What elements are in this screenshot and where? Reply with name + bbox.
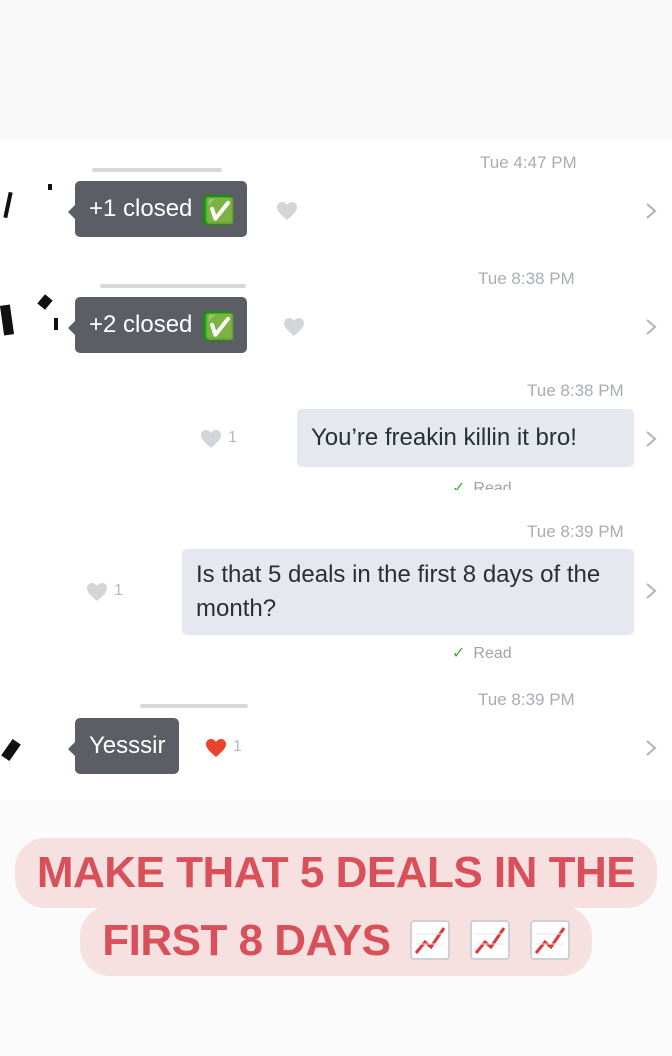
message-text: Yesssir: [89, 732, 166, 759]
liked-heart-icon[interactable]: [205, 738, 227, 758]
chart-increasing-icon: [469, 920, 510, 960]
check-mark-emoji: ✅: [203, 195, 235, 225]
like-heart-icon[interactable]: [200, 429, 222, 449]
chevron-right-icon[interactable]: [644, 430, 658, 448]
read-receipt: ✓ Read: [452, 643, 632, 661]
read-check-icon: ✓: [452, 480, 466, 490]
read-label: Read: [473, 645, 512, 661]
like-count: 1: [114, 582, 123, 599]
avatar-fragment: [54, 318, 58, 330]
read-label: Read: [473, 480, 512, 490]
check-mark-emoji: ✅: [203, 311, 235, 341]
message-bubble-incoming[interactable]: +2 closed ✅: [67, 297, 248, 353]
chevron-right-icon[interactable]: [644, 202, 658, 220]
chart-increasing-icon: [410, 920, 451, 960]
read-check-icon: ✓: [452, 645, 466, 661]
chevron-right-icon[interactable]: [644, 582, 658, 600]
message-text: Is that 5 deals in the first 8 days of t…: [196, 561, 601, 622]
message-timestamp: Tue 8:39 PM: [527, 522, 624, 541]
message-text: +1 closed: [89, 195, 193, 222]
chevron-right-icon[interactable]: [644, 739, 658, 757]
redacted-sender-name: [92, 168, 222, 172]
message-bubble-incoming[interactable]: Yesssir: [67, 718, 180, 774]
like-count: 1: [233, 738, 242, 755]
caption-banner: MAKE THAT 5 DEALS IN THE FIRST 8 DAYS: [0, 838, 672, 976]
like-count: 1: [228, 429, 237, 446]
message-bubble-incoming[interactable]: +1 closed ✅: [67, 181, 248, 237]
message-text: You’re freakin killin it bro!: [311, 424, 577, 451]
redacted-sender-name: [140, 704, 248, 708]
redacted-sender-name: [100, 284, 246, 288]
message-timestamp: Tue 8:38 PM: [527, 381, 624, 400]
message-bubble-outgoing[interactable]: Is that 5 deals in the first 8 days of t…: [182, 549, 634, 635]
caption-text: MAKE THAT 5 DEALS IN THE: [36, 848, 636, 897]
like-heart-icon[interactable]: [283, 317, 305, 337]
read-receipt: ✓ Read: [452, 478, 632, 490]
caption-text: FIRST 8 DAYS: [102, 916, 391, 965]
chevron-right-icon[interactable]: [644, 318, 658, 336]
message-timestamp: Tue 8:39 PM: [478, 690, 575, 709]
message-bubble-outgoing[interactable]: You’re freakin killin it bro!: [297, 409, 634, 467]
caption-line-1: MAKE THAT 5 DEALS IN THE: [14, 838, 658, 908]
message-text: +2 closed: [89, 311, 193, 338]
message-timestamp: Tue 8:38 PM: [478, 269, 575, 288]
like-heart-icon[interactable]: [276, 201, 298, 221]
avatar-fragment: [48, 184, 52, 190]
chart-increasing-icon: [529, 920, 570, 960]
top-blank-area: [0, 0, 672, 140]
message-timestamp: Tue 4:47 PM: [480, 153, 577, 172]
like-heart-icon[interactable]: [86, 582, 108, 602]
caption-line-2: FIRST 8 DAYS: [80, 906, 592, 976]
